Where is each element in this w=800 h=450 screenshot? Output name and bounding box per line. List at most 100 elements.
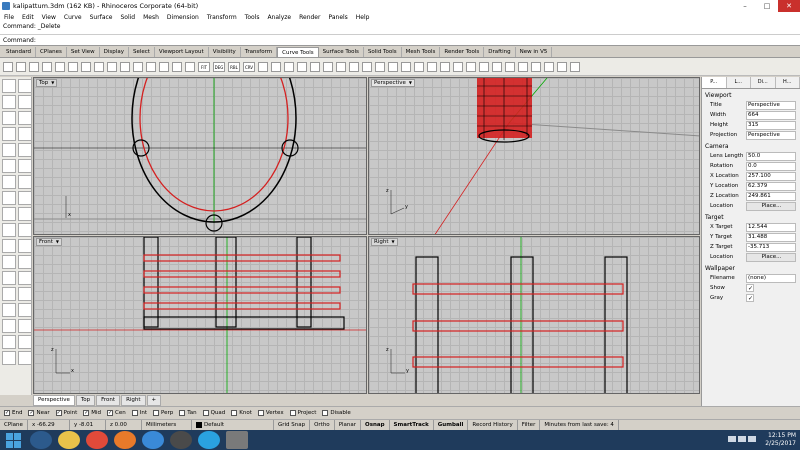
pull-icon[interactable] xyxy=(336,61,346,72)
duplicate-border-icon[interactable] xyxy=(453,61,463,72)
maximize-button[interactable]: □ xyxy=(756,0,778,12)
vp-tab-right[interactable]: Right xyxy=(121,394,146,406)
layer-icon[interactable] xyxy=(18,287,32,301)
start-button[interactable] xyxy=(2,431,24,449)
extend-curve-icon[interactable] xyxy=(81,61,91,72)
mirror-icon[interactable] xyxy=(2,271,16,285)
osnap-disable[interactable]: Disable xyxy=(322,410,351,416)
osnap-tan[interactable]: Tan xyxy=(179,410,197,416)
menu-transform[interactable]: Transform xyxy=(207,14,237,21)
match-icon[interactable] xyxy=(414,61,424,72)
tab-set-view[interactable]: Set View xyxy=(67,47,100,57)
join-icon[interactable] xyxy=(185,61,195,72)
menu-surface[interactable]: Surface xyxy=(90,14,113,21)
fillet-icon[interactable] xyxy=(2,223,16,237)
more-tools-icon[interactable] xyxy=(570,61,580,72)
interp-curve-icon[interactable] xyxy=(18,111,32,125)
polyline-icon[interactable] xyxy=(557,61,567,72)
tab-solid-tools[interactable]: Solid Tools xyxy=(364,47,402,57)
file-explorer-icon[interactable] xyxy=(58,431,80,449)
polyline-tool-icon[interactable] xyxy=(18,95,32,109)
panel-tab-display[interactable]: Di... xyxy=(751,77,776,88)
internet-explorer-icon[interactable] xyxy=(142,431,164,449)
dimension-icon[interactable] xyxy=(2,287,16,301)
flow-along-curve-icon[interactable] xyxy=(146,61,156,72)
status-grid-snap[interactable]: Grid Snap xyxy=(274,420,311,430)
fit-curve-button[interactable]: FIT xyxy=(198,61,210,72)
mesh-icon[interactable] xyxy=(18,207,32,221)
osnap-vertex[interactable]: Vertex xyxy=(257,410,284,416)
y-location-field[interactable]: 62.379 xyxy=(746,181,796,191)
copy-icon[interactable] xyxy=(18,239,32,253)
z-location-field[interactable]: 249.861 xyxy=(746,191,796,201)
height-field[interactable]: 315 xyxy=(746,120,796,130)
chrome-icon[interactable] xyxy=(86,431,108,449)
tab-transform[interactable]: Transform xyxy=(241,47,278,57)
osnap-int[interactable]: Int xyxy=(131,410,147,416)
tab-mesh-tools[interactable]: Mesh Tools xyxy=(402,47,441,57)
tab-visibility[interactable]: Visibility xyxy=(209,47,241,57)
symmetry-icon[interactable] xyxy=(401,61,411,72)
viewport-right[interactable]: Right ▼ z y xyxy=(368,236,700,394)
tab-drafting[interactable]: Drafting xyxy=(484,47,516,57)
render-icon[interactable] xyxy=(2,303,16,317)
rectangle-icon[interactable] xyxy=(18,143,32,157)
trim-icon[interactable] xyxy=(297,61,307,72)
analyze-icon[interactable] xyxy=(18,303,32,317)
menu-curve[interactable]: Curve xyxy=(64,14,82,21)
osnap-cen[interactable]: ✓ Cen xyxy=(107,410,126,416)
rhino-taskbar-icon[interactable] xyxy=(226,431,248,449)
connect-curves-icon[interactable] xyxy=(68,61,78,72)
viewport-perspective[interactable]: Perspective ▼ z y xyxy=(368,77,700,235)
tab-surface-tools[interactable]: Surface Tools xyxy=(319,47,364,57)
curve-boolean-icon[interactable] xyxy=(107,61,117,72)
blend-curves-icon[interactable] xyxy=(29,61,39,72)
ie-icon[interactable] xyxy=(30,431,52,449)
status-gumball[interactable]: Gumball xyxy=(434,420,469,430)
viewport-top[interactable]: Top ▼ x xyxy=(33,77,367,235)
explode-icon[interactable] xyxy=(284,61,294,72)
tab-select[interactable]: Select xyxy=(129,47,155,57)
show-checkbox[interactable]: ✓ xyxy=(746,284,754,292)
select-icon[interactable] xyxy=(2,79,16,93)
status-cplane[interactable]: CPlane xyxy=(0,420,28,430)
status-layer[interactable]: Default xyxy=(192,420,274,430)
command-line[interactable]: Command: xyxy=(0,34,800,45)
match-curve-icon[interactable] xyxy=(42,61,52,72)
point-on-curve-icon[interactable] xyxy=(258,61,268,72)
close-button[interactable]: ✕ xyxy=(778,0,800,12)
menu-mesh[interactable]: Mesh xyxy=(143,14,159,21)
osnap-project[interactable]: Project xyxy=(289,410,316,416)
box-icon[interactable] xyxy=(2,191,16,205)
viewport-label-right[interactable]: Right ▼ xyxy=(371,238,398,246)
sphere-icon[interactable] xyxy=(18,191,32,205)
rotate-icon[interactable] xyxy=(2,255,16,269)
tab-cplanes[interactable]: CPlanes xyxy=(36,47,67,57)
status-planar[interactable]: Planar xyxy=(335,420,362,430)
filename-field[interactable]: (none) xyxy=(746,273,796,283)
minimize-button[interactable]: – xyxy=(734,0,756,12)
boolean-union-icon[interactable] xyxy=(18,223,32,237)
tab-render-tools[interactable]: Render Tools xyxy=(440,47,485,57)
options-icon[interactable] xyxy=(18,351,32,365)
extract-isocurve-icon[interactable] xyxy=(427,61,437,72)
adjustable-blend-icon[interactable] xyxy=(55,61,65,72)
lens-length-field[interactable]: 50.0 xyxy=(746,151,796,161)
simplify-curve-icon[interactable] xyxy=(133,61,143,72)
osnap-end[interactable]: ✓ End xyxy=(4,410,22,416)
osnap-quad[interactable]: Quad xyxy=(202,410,225,416)
target-place-button[interactable]: Place... xyxy=(746,252,796,262)
polygon-icon[interactable] xyxy=(2,159,16,173)
crv-seam-icon[interactable] xyxy=(159,61,169,72)
status-ortho[interactable]: Ortho xyxy=(310,420,335,430)
firefox-icon[interactable] xyxy=(114,431,136,449)
rebuild-button[interactable]: RBL xyxy=(228,61,240,72)
menu-panels[interactable]: Panels xyxy=(328,14,347,21)
tab-viewport-layout[interactable]: Viewport Layout xyxy=(155,47,209,57)
change-degree-button[interactable]: DEG xyxy=(213,61,225,72)
panel-tab-properties[interactable]: P... xyxy=(702,77,727,88)
status-osnap[interactable]: Osnap xyxy=(361,420,390,430)
extrude-icon[interactable] xyxy=(18,175,32,189)
status-record-history[interactable]: Record History xyxy=(468,420,518,430)
menu-view[interactable]: View xyxy=(42,14,56,21)
